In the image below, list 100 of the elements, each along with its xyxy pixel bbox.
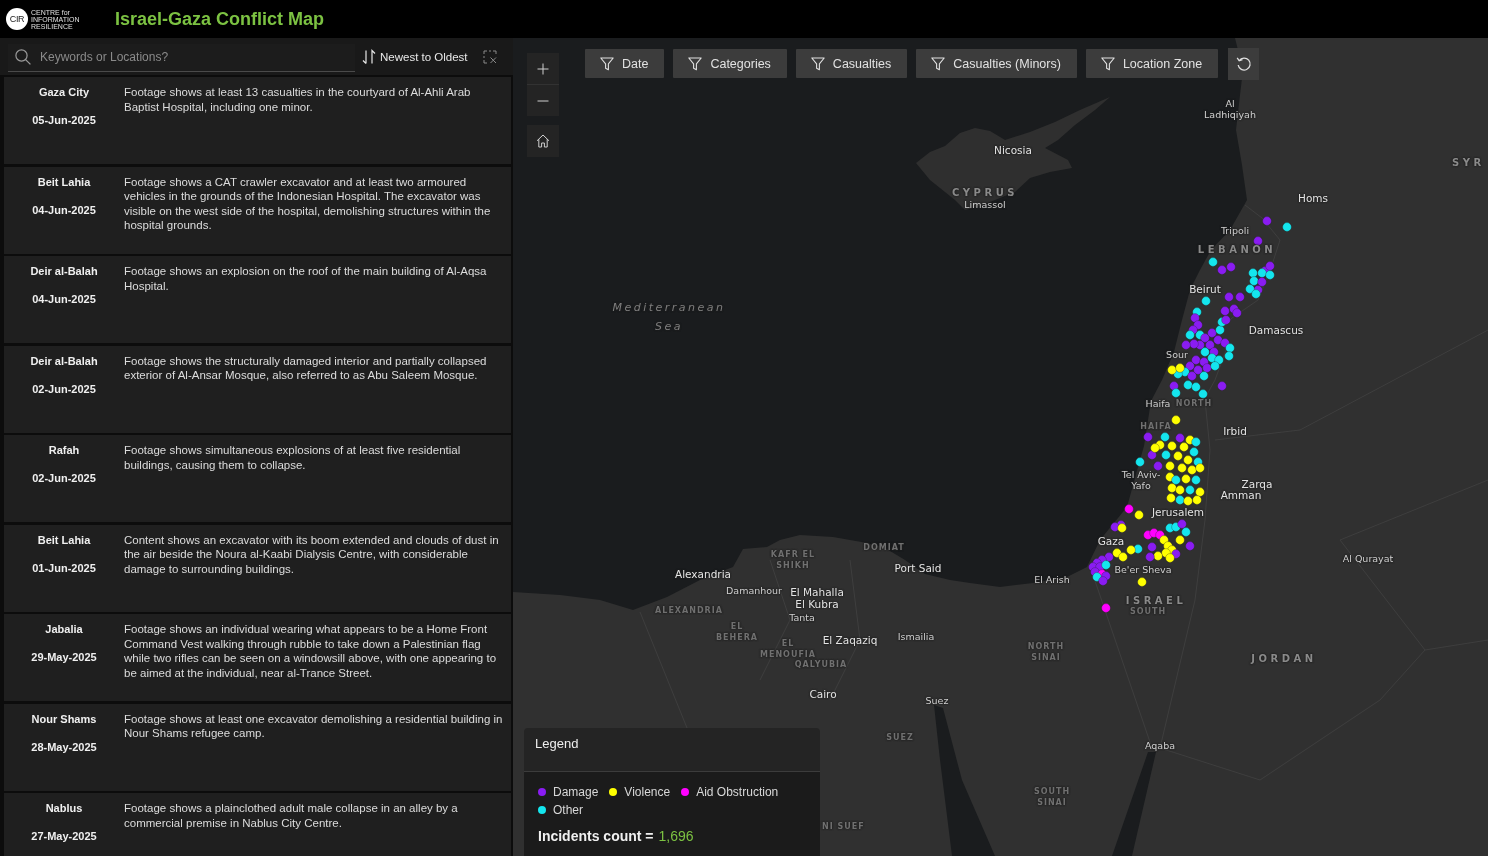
incident-marker[interactable] (1253, 236, 1263, 246)
home-button[interactable] (527, 125, 559, 157)
incident-card[interactable]: Gaza City 05-Jun-2025 Footage shows at least 13 casualties in the courtyard of Al-Ahli Arab Baptist Hospital, including one minor. (4, 77, 511, 164)
incident-marker[interactable] (1207, 353, 1217, 363)
incident-marker[interactable] (1191, 475, 1201, 485)
incident-marker[interactable] (1177, 463, 1187, 473)
filter-button[interactable]: Categories (673, 49, 787, 78)
zoom-in-button[interactable] (527, 53, 559, 84)
incident-marker[interactable] (1202, 363, 1212, 373)
incident-marker[interactable] (1201, 296, 1211, 306)
incident-marker[interactable] (1175, 363, 1185, 373)
incident-marker[interactable] (1187, 465, 1197, 475)
incident-card[interactable]: Deir al-Balah 02-Jun-2025 Footage shows the structurally damaged interior and partially collapsed exterior of Al-Ansar Mosque, also referred to as Abu Saleem Mosque. (4, 345, 511, 433)
incident-marker[interactable] (1183, 496, 1193, 506)
incident-marker[interactable] (1217, 381, 1227, 391)
incident-marker[interactable] (1191, 382, 1201, 392)
incident-marker[interactable] (1257, 268, 1267, 278)
incident-marker[interactable] (1193, 320, 1203, 330)
incident-marker[interactable] (1175, 433, 1185, 443)
incident-marker[interactable] (1175, 495, 1185, 505)
incident-marker[interactable] (1147, 450, 1157, 460)
incident-marker[interactable] (1135, 457, 1145, 467)
incident-marker[interactable] (1112, 548, 1122, 558)
incident-marker[interactable] (1167, 483, 1177, 493)
incident-marker[interactable] (1145, 552, 1155, 562)
incident-marker[interactable] (1248, 268, 1258, 278)
incident-marker[interactable] (1192, 495, 1202, 505)
incident-marker[interactable] (1181, 340, 1191, 350)
incident-marker[interactable] (1224, 292, 1234, 302)
incident-marker[interactable] (1167, 441, 1177, 451)
incident-marker[interactable] (1221, 315, 1231, 325)
incident-marker[interactable] (1183, 380, 1193, 390)
incident-marker[interactable] (1160, 432, 1170, 442)
incident-marker[interactable] (1225, 343, 1235, 353)
incident-marker[interactable] (1143, 432, 1153, 442)
incident-marker[interactable] (1161, 450, 1171, 460)
incident-marker[interactable] (1187, 371, 1197, 381)
incident-marker[interactable] (1200, 347, 1210, 357)
incident-marker[interactable] (1213, 335, 1223, 345)
incident-marker[interactable] (1207, 328, 1217, 338)
incident-card[interactable]: Deir al-Balah 04-Jun-2025 Footage shows an explosion on the roof of the main building of Al-Aqsa Hospital. (4, 256, 511, 343)
incident-marker[interactable] (1092, 572, 1102, 582)
incident-marker[interactable] (1245, 284, 1255, 294)
incident-marker[interactable] (1185, 330, 1195, 340)
incident-marker[interactable] (1098, 576, 1108, 586)
incident-marker[interactable] (1171, 522, 1181, 532)
reset-button[interactable] (1228, 48, 1260, 80)
incident-marker[interactable] (1117, 523, 1127, 533)
incident-marker[interactable] (1224, 351, 1234, 361)
incident-marker[interactable] (1191, 437, 1201, 447)
incident-marker[interactable] (1165, 553, 1175, 563)
incident-marker[interactable] (1257, 277, 1267, 287)
incident-marker[interactable] (1153, 461, 1163, 471)
incident-marker[interactable] (1195, 487, 1205, 497)
incident-marker[interactable] (1181, 474, 1191, 484)
incident-marker[interactable] (1185, 361, 1195, 371)
incident-marker[interactable] (1171, 388, 1181, 398)
incident-marker[interactable] (1185, 485, 1195, 495)
incident-marker[interactable] (1265, 261, 1275, 271)
incident-card[interactable]: Nour Shams 28-May-2025 Footage shows at least one excavator demolishing a residential building in Nour Shams refugee camp. (4, 703, 511, 791)
incident-marker[interactable] (1208, 257, 1218, 267)
incident-marker[interactable] (1198, 389, 1208, 399)
incident-marker[interactable] (1200, 333, 1210, 343)
incident-marker[interactable] (1150, 443, 1160, 453)
incident-marker[interactable] (1104, 552, 1114, 562)
incident-marker[interactable] (1220, 338, 1230, 348)
incident-marker[interactable] (1166, 493, 1176, 503)
incident-marker[interactable] (1118, 552, 1128, 562)
incident-marker[interactable] (1193, 365, 1203, 375)
incident-marker[interactable] (1124, 504, 1134, 514)
incident-marker[interactable] (1101, 603, 1111, 613)
incident-marker[interactable] (1220, 306, 1230, 316)
incident-marker[interactable] (1165, 461, 1175, 471)
incident-marker[interactable] (1210, 361, 1220, 371)
incident-marker[interactable] (1177, 519, 1187, 529)
incident-marker[interactable] (1199, 371, 1209, 381)
incident-marker[interactable] (1179, 442, 1189, 452)
filter-button[interactable]: Location Zone (1085, 49, 1219, 78)
incident-marker[interactable] (1171, 415, 1181, 425)
incident-marker[interactable] (1181, 527, 1191, 537)
filter-button[interactable]: Casualties (Minors) (916, 49, 1077, 78)
incident-marker[interactable] (1153, 551, 1163, 561)
incident-marker[interactable] (1189, 447, 1199, 457)
incident-marker[interactable] (1232, 308, 1242, 318)
incident-marker[interactable] (1167, 365, 1177, 375)
incident-card[interactable]: Nablus 27-May-2025 Footage shows a plainclothed adult male collapse in an alley by a commercial premise in Nablus City Centre. (4, 793, 511, 856)
incident-marker[interactable] (1185, 541, 1195, 551)
sort-button[interactable]: Newest to Oldest (362, 48, 468, 65)
incident-marker[interactable] (1262, 216, 1272, 226)
incident-marker[interactable] (1159, 535, 1169, 545)
incident-marker[interactable] (1169, 381, 1179, 391)
incident-marker[interactable] (1133, 544, 1143, 554)
incident-marker[interactable] (1110, 522, 1120, 532)
incident-marker[interactable] (1101, 560, 1111, 570)
filter-button[interactable]: Casualties (795, 49, 908, 78)
filter-button[interactable]: Date (585, 49, 665, 78)
search-input[interactable]: Keywords or Locations? (40, 47, 355, 67)
incident-marker[interactable] (1226, 262, 1236, 272)
incident-card[interactable]: Rafah 02-Jun-2025 Footage shows simultaneous explosions of at least five residential buildings, causing them to collapse. (4, 435, 511, 522)
incident-marker[interactable] (1214, 355, 1224, 365)
